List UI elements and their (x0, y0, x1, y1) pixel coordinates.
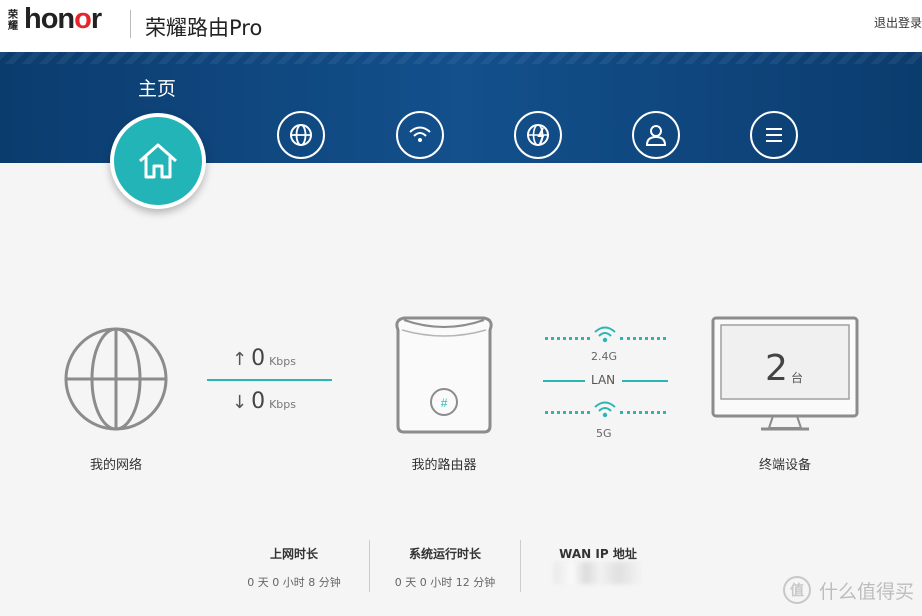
device-count-unit: 台 (791, 371, 804, 385)
my-network-label[interactable]: 我的网络 (60, 454, 172, 473)
my-router-label[interactable]: 我的路由器 (388, 454, 500, 473)
stat-divider (520, 540, 521, 592)
upload-speed-unit: Kbps (269, 355, 297, 368)
watermark-badge: 值 (782, 576, 811, 604)
brand-logo-part: hon (24, 3, 75, 35)
download-arrow-icon: ↓ (232, 392, 248, 413)
band5-link-left (545, 411, 590, 414)
online-duration-value: 0 天 0 小时 8 分钟 (247, 576, 341, 589)
uptime-stat: 系统运行时长 0 天 0 小时 12 分钟 (383, 545, 507, 590)
home-icon (139, 143, 177, 179)
menu-icon (766, 128, 782, 142)
svg-text:#: # (441, 396, 448, 410)
top-bar: 荣耀 honor 荣耀路由Pro 退出登录 (0, 0, 922, 52)
download-speed-value: 0 (251, 389, 266, 414)
nav-home-label: 主页 (138, 78, 177, 100)
lan-link-right (622, 380, 668, 382)
watermark-text: 什么值得买 (818, 580, 914, 603)
download-speed-unit: Kbps (269, 398, 297, 411)
download-speed: ↓ 0 Kbps (232, 389, 296, 414)
brand-cn-logo: 荣耀 (8, 10, 18, 32)
band24-link-right (620, 337, 666, 340)
site-watermark: 值 什么值得买 (782, 576, 914, 604)
uptime-title: 系统运行时长 (408, 547, 481, 561)
online-duration-title: 上网时长 (269, 547, 318, 561)
globe-lightning-icon (527, 124, 549, 146)
logout-link[interactable]: 退出登录 (874, 14, 922, 31)
brand-logo-part: r (90, 3, 102, 35)
device-count: 2 (765, 348, 788, 389)
wifi-5g-icon (594, 401, 616, 418)
online-duration-stat: 上网时长 0 天 0 小时 8 分钟 (234, 545, 354, 590)
brand-logo-accent: o (74, 3, 92, 35)
brand-divider (130, 10, 131, 38)
wifi-icon (409, 126, 431, 142)
wan-ip-title: WAN IP 地址 (559, 547, 637, 561)
app-title: 荣耀路由Pro (145, 16, 263, 40)
lan-link-left (543, 380, 585, 382)
globe-icon (290, 124, 312, 146)
upload-speed-value: 0 (251, 346, 266, 371)
band-24g-label: 2.4G (591, 350, 618, 363)
nav-wifi-button[interactable] (396, 111, 444, 159)
router-device-icon[interactable]: # (390, 316, 498, 436)
band5-link-right (620, 411, 666, 414)
wan-ip-redacted (554, 562, 646, 584)
nav-internet-button[interactable] (277, 111, 325, 159)
wan-link-line (207, 379, 332, 381)
nav-account-button[interactable] (632, 111, 680, 159)
band-5g-label: 5G (596, 427, 612, 440)
stat-divider (369, 540, 370, 592)
user-icon (645, 125, 667, 146)
terminal-devices-label[interactable]: 终端设备 (729, 454, 841, 473)
upload-arrow-icon: ↑ (232, 349, 248, 370)
wifi-24g-icon (594, 326, 616, 343)
band24-link-left (545, 337, 590, 340)
nav-network-speed-button[interactable] (514, 111, 562, 159)
nav-more-button[interactable] (750, 111, 798, 159)
brand-logo: honor (24, 3, 102, 36)
upload-speed: ↑ 0 Kbps (232, 346, 296, 371)
nav-home-button[interactable] (110, 113, 206, 209)
lan-label: LAN (591, 373, 616, 387)
uptime-value: 0 天 0 小时 12 分钟 (394, 576, 496, 589)
my-network-globe-icon[interactable] (62, 325, 170, 433)
